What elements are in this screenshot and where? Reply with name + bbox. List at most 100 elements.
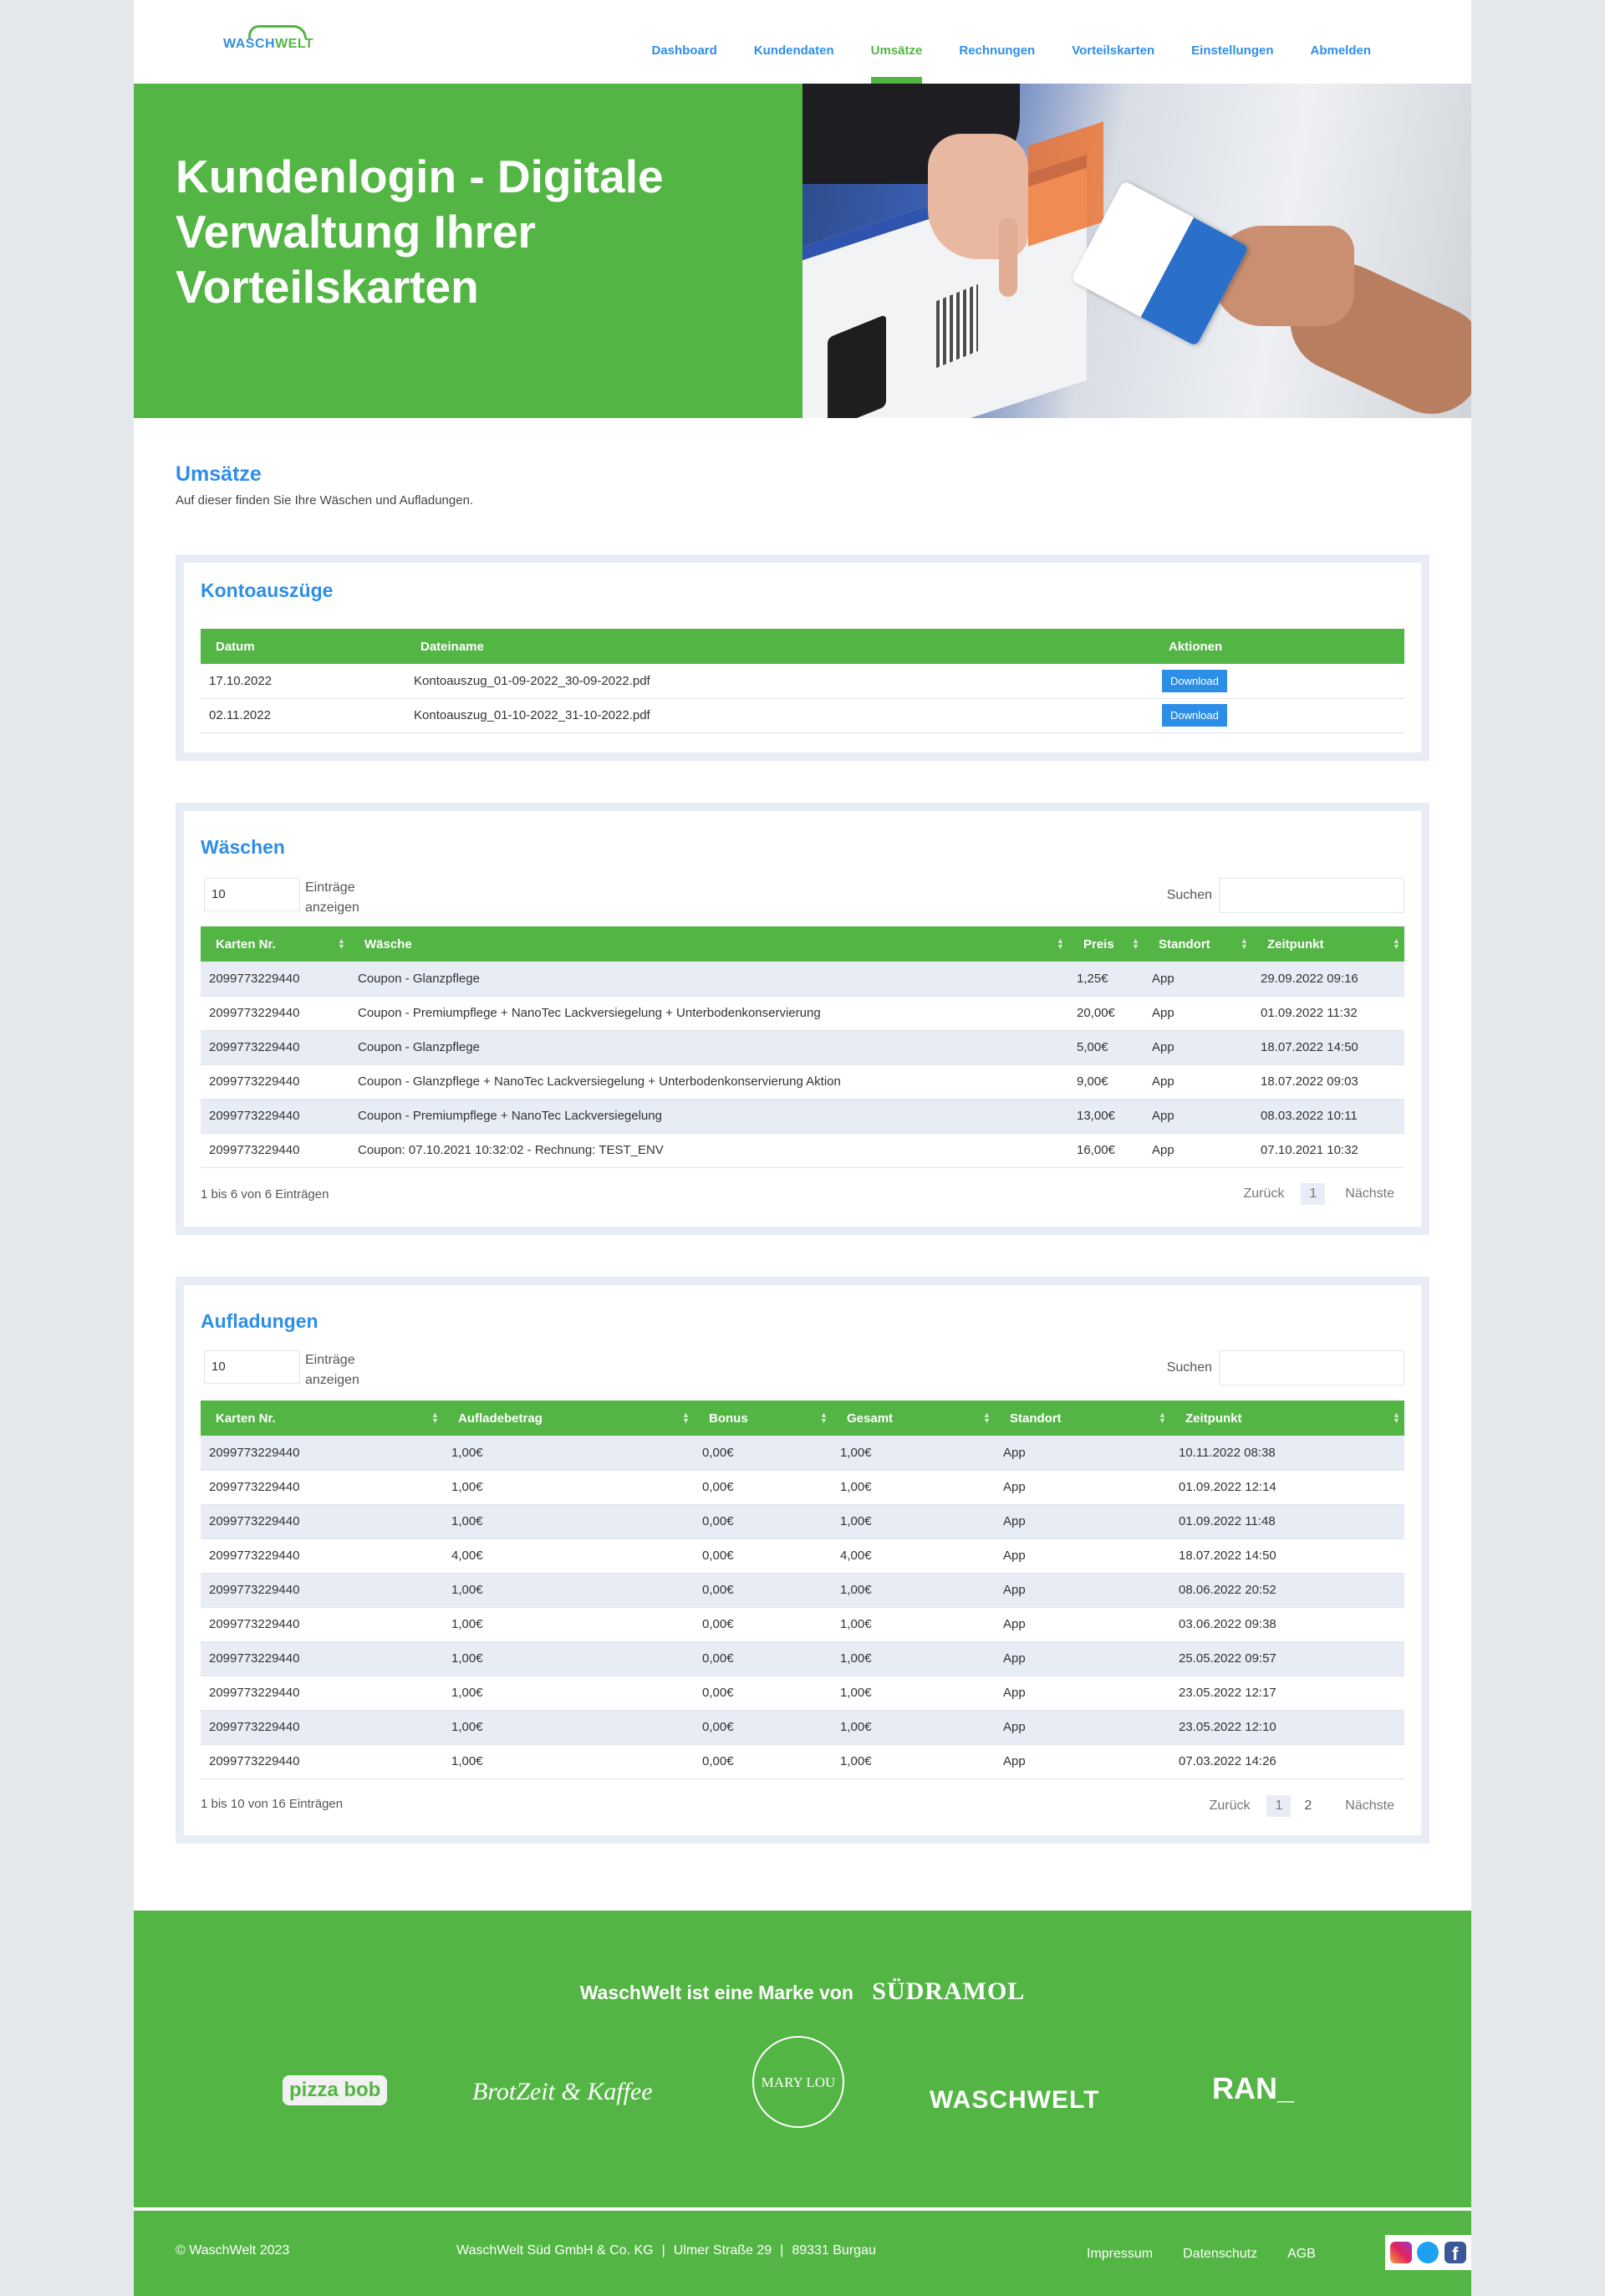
col-karten-nr[interactable]: Karten Nr. ▲ ▼ (201, 1401, 443, 1436)
search-input[interactable] (1219, 1350, 1404, 1385)
cell-bonus: 0,00€ (694, 1436, 832, 1471)
download-button[interactable]: Download (1162, 669, 1227, 692)
nav-einstellungen[interactable]: Einstellungen (1191, 43, 1273, 58)
sort-icon[interactable]: ▲ ▼ (1393, 937, 1400, 951)
mary-lou-logo[interactable]: MARY LOU (752, 2036, 844, 2128)
pizza-bob-logo[interactable]: pizza bob (283, 2075, 388, 2105)
col-standort[interactable]: Standort ▲ ▼ (995, 1401, 1170, 1436)
col-preis[interactable]: Preis ▲ ▼ (1068, 926, 1144, 962)
kontoauszuege-table: Datum Dateiname Aktionen 17.10.2022 Kont… (201, 629, 1404, 733)
nav-kundendaten[interactable]: Kundendaten (754, 43, 834, 58)
cell-aufladebetrag: 1,00€ (443, 1676, 694, 1711)
waschwelt-logo[interactable]: WASCHWELT (223, 25, 340, 54)
cell-zeitpunkt: 01.09.2022 11:32 (1252, 996, 1404, 1031)
col-aufladebetrag[interactable]: Aufladebetrag ▲ ▼ (443, 1401, 694, 1436)
entries-per-page-select[interactable]: 10 (204, 878, 300, 911)
cell-gesamt: 1,00€ (832, 1744, 995, 1779)
pagination-prev[interactable]: Zurück (1243, 1186, 1284, 1202)
cell-zeitpunkt: 29.09.2022 09:16 (1252, 962, 1404, 997)
nav-dashboard[interactable]: Dashboard (651, 43, 716, 58)
footer-divider (134, 2207, 1471, 2211)
sort-icon[interactable]: ▲ ▼ (431, 1411, 439, 1425)
link-agb[interactable]: AGB (1287, 2247, 1316, 2262)
sort-icon[interactable]: ▲ ▼ (1159, 1411, 1166, 1425)
pagination-prev[interactable]: Zurück (1210, 1799, 1251, 1814)
cell-zeitpunkt: 07.03.2022 14:26 (1170, 1744, 1404, 1779)
page-title: Umsätze (176, 462, 262, 486)
cell-bonus: 0,00€ (694, 1641, 832, 1676)
ran-logo[interactable]: RAN_ (1212, 2071, 1294, 2106)
table-row: 2099773229440 Coupon - Glanzpflege 5,00€ Ap… (201, 1030, 1404, 1065)
cell-gesamt: 1,00€ (832, 1436, 995, 1471)
sort-icon[interactable]: ▲ ▼ (1241, 937, 1248, 951)
table-row: 2099773229440 1,00€ 0,00€ 1,00€ App 01.09.202… (201, 1504, 1404, 1539)
brotzeit-kaffee-logo[interactable]: BrotZeit & Kaffee (472, 2078, 653, 2106)
cell-standort: App (995, 1504, 1170, 1539)
cell-standort: App (995, 1470, 1170, 1505)
cell-aufladebetrag: 1,00€ (443, 1504, 694, 1539)
pagination-next[interactable]: Nächste (1345, 1799, 1394, 1814)
facebook-icon[interactable]: f (1444, 2242, 1466, 2264)
table-row: 2099773229440 1,00€ 0,00€ 1,00€ App 07.03.202… (201, 1744, 1404, 1779)
cell-zeitpunkt: 08.06.2022 20:52 (1170, 1573, 1404, 1608)
search-input[interactable] (1219, 878, 1404, 913)
sort-icon[interactable]: ▲ ▼ (1393, 1411, 1400, 1425)
sort-icon[interactable]: ▲ ▼ (820, 1411, 828, 1425)
table-row: 2099773229440 1,00€ 0,00€ 1,00€ App 10.11.202… (201, 1436, 1404, 1471)
social-links: f (1385, 2235, 1471, 2270)
cell-zeitpunkt: 07.10.2021 10:32 (1252, 1133, 1404, 1168)
sort-icon[interactable]: ▲ ▼ (338, 937, 345, 951)
cell-karten-nr: 2099773229440 (201, 962, 349, 997)
link-impressum[interactable]: Impressum (1087, 2247, 1153, 2262)
sort-icon[interactable]: ▲ ▼ (682, 1411, 690, 1425)
pagination-next[interactable]: Nächste (1345, 1186, 1394, 1202)
pagination-page-2[interactable]: 2 (1304, 1799, 1312, 1814)
table-row: 2099773229440 Coupon - Premiumpflege + Na… (201, 996, 1404, 1031)
waschwelt-footer-logo[interactable]: WASCHWELT (930, 2086, 1099, 2115)
cell-standort: App (1144, 1133, 1252, 1168)
table-row: 2099773229440 4,00€ 0,00€ 4,00€ App 18.07.202… (201, 1538, 1404, 1574)
sort-icon[interactable]: ▲ ▼ (1132, 937, 1139, 951)
suedramol-logo[interactable]: SÜDRAMOL (872, 1977, 1025, 2005)
nav-umsaetze[interactable]: Umsätze (870, 43, 922, 84)
col-bonus[interactable]: Bonus ▲ ▼ (694, 1401, 832, 1436)
twitter-icon[interactable] (1417, 2242, 1439, 2263)
col-datum: Datum (201, 629, 405, 664)
col-standort[interactable]: Standort ▲ ▼ (1144, 926, 1252, 962)
cell-standort: App (1144, 962, 1252, 997)
pagination-page-1[interactable]: 1 (1301, 1183, 1326, 1205)
col-zeitpunkt[interactable]: Zeitpunkt ▲ ▼ (1170, 1401, 1404, 1436)
hero-banner: Kundenlogin - Digitale Verwaltung Ihrer … (134, 84, 1471, 418)
col-waesche[interactable]: Wäsche ▲ ▼ (349, 926, 1068, 962)
cell-standort: App (995, 1538, 1170, 1574)
cell-preis: 16,00€ (1068, 1133, 1144, 1168)
entries-length-control: 10 Einträge anzeigen (204, 1350, 359, 1390)
cell-zeitpunkt: 18.07.2022 14:50 (1170, 1538, 1404, 1574)
nav-rechnungen[interactable]: Rechnungen (959, 43, 1035, 58)
sort-icon[interactable]: ▲ ▼ (983, 1411, 991, 1425)
nav-abmelden[interactable]: Abmelden (1310, 43, 1371, 58)
entries-per-page-select[interactable]: 10 (204, 1350, 300, 1384)
footer-links: Impressum Datenschutz AGB (1087, 2247, 1346, 2262)
cell-waesche: Coupon: 07.10.2021 10:32:02 - Rechnung: … (349, 1133, 1068, 1168)
instagram-icon[interactable] (1390, 2242, 1413, 2263)
link-datenschutz[interactable]: Datenschutz (1183, 2247, 1257, 2262)
table-row: 2099773229440 Coupon - Glanzpflege + Nano… (201, 1064, 1404, 1100)
col-gesamt[interactable]: Gesamt ▲ ▼ (832, 1401, 995, 1436)
col-karten-nr[interactable]: Karten Nr. ▲ ▼ (201, 926, 349, 962)
sort-icon[interactable]: ▲ ▼ (1057, 937, 1064, 951)
aufladungen-title: Aufladungen (201, 1310, 318, 1332)
nav-vorteilskarten[interactable]: Vorteilskarten (1072, 43, 1154, 58)
kontoauszuege-card: Kontoauszüge Datum Dateiname Aktionen 17… (176, 554, 1429, 761)
col-zeitpunkt[interactable]: Zeitpunkt ▲ ▼ (1252, 926, 1404, 962)
cell-standort: App (1144, 1030, 1252, 1065)
download-button[interactable]: Download (1162, 704, 1227, 727)
cell-waesche: Coupon - Glanzpflege (349, 962, 1068, 997)
cell-bonus: 0,00€ (694, 1504, 832, 1539)
pagination-page-1[interactable]: 1 (1266, 1795, 1292, 1817)
cell-karten-nr: 2099773229440 (201, 1099, 349, 1134)
cell-zeitpunkt: 03.06.2022 09:38 (1170, 1607, 1404, 1642)
cell-aufladebetrag: 1,00€ (443, 1607, 694, 1642)
pagination: Zurück 1 2 Nächste (1190, 1795, 1394, 1817)
cell-preis: 9,00€ (1068, 1064, 1144, 1100)
